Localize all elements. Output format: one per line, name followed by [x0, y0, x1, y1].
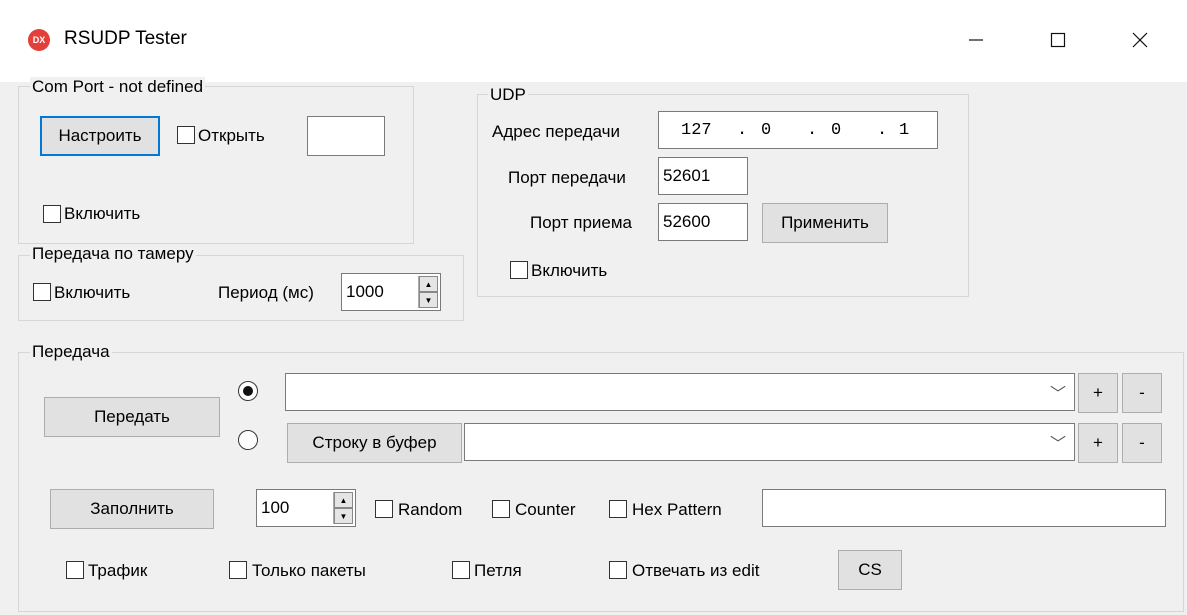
- fill-button[interactable]: Заполнить: [50, 489, 214, 529]
- add-buffer-button[interactable]: +: [1078, 423, 1118, 463]
- ip-octet-1: 127: [681, 120, 712, 140]
- hex-pattern-checkbox[interactable]: [609, 500, 627, 518]
- port-name-field[interactable]: [307, 116, 385, 156]
- reply-from-edit-label: Отвечать из edit: [632, 561, 760, 580]
- fill-count-value: 100: [261, 498, 290, 517]
- send-buffer-radio[interactable]: [238, 430, 258, 450]
- open-label: Открыть: [198, 126, 265, 145]
- hex-pattern-label: Hex Pattern: [632, 500, 722, 519]
- app-logo-icon: DX: [28, 29, 50, 51]
- send-port-field[interactable]: 52601: [658, 157, 748, 195]
- udp-enable-label: Включить: [531, 261, 608, 280]
- window-title: RSUDP Tester: [64, 28, 187, 49]
- spin-down-icon[interactable]: ▼: [334, 508, 353, 524]
- configure-button[interactable]: Настроить: [40, 116, 160, 156]
- ip-address-field[interactable]: 127 . 0 . 0 . 1: [658, 111, 938, 149]
- period-value: 1000: [346, 282, 384, 301]
- timer-enable-label: Включить: [54, 283, 131, 302]
- fill-count-spinner[interactable]: 100 ▲ ▼: [256, 489, 356, 527]
- period-label: Период (мс): [218, 283, 314, 302]
- send-line-combo[interactable]: ﹀: [285, 373, 1075, 411]
- chevron-down-icon[interactable]: ﹀: [1050, 430, 1066, 454]
- remove-line-button[interactable]: -: [1122, 373, 1162, 413]
- timer-legend: Передача по тамеру: [30, 244, 196, 264]
- reply-from-edit-checkbox[interactable]: [609, 561, 627, 579]
- loop-checkbox[interactable]: [452, 561, 470, 579]
- spin-up-icon[interactable]: ▲: [334, 492, 353, 508]
- send-port-label: Порт передачи: [508, 168, 626, 187]
- apply-button[interactable]: Применить: [762, 203, 888, 243]
- ip-octet-4: 1: [899, 120, 910, 140]
- ip-dot: .: [807, 120, 818, 140]
- open-checkbox[interactable]: [177, 126, 195, 144]
- chevron-down-icon[interactable]: ﹀: [1050, 380, 1066, 404]
- to-buffer-button[interactable]: Строку в буфер: [287, 423, 462, 463]
- send-line-radio[interactable]: [238, 381, 258, 401]
- counter-checkbox[interactable]: [492, 500, 510, 518]
- period-spin-buttons[interactable]: ▲ ▼: [418, 276, 438, 308]
- random-label: Random: [398, 500, 463, 519]
- fill-spin-buttons[interactable]: ▲ ▼: [333, 492, 353, 524]
- udp-enable-checkbox[interactable]: [510, 261, 528, 279]
- maximize-icon: [1050, 32, 1066, 48]
- close-icon: [1132, 32, 1148, 48]
- transmit-legend: Передача: [30, 342, 112, 362]
- com-enable-label: Включить: [64, 204, 141, 223]
- ip-dot: .: [737, 120, 748, 140]
- loop-label: Петля: [474, 561, 522, 580]
- minimize-icon: [969, 39, 983, 41]
- send-button[interactable]: Передать: [44, 397, 220, 437]
- address-label: Адрес передачи: [492, 122, 620, 141]
- packets-only-checkbox[interactable]: [229, 561, 247, 579]
- ip-dot: .: [877, 120, 888, 140]
- spin-up-icon[interactable]: ▲: [419, 276, 438, 292]
- close-button[interactable]: [1110, 20, 1170, 60]
- traffic-checkbox[interactable]: [66, 561, 84, 579]
- spin-down-icon[interactable]: ▼: [419, 292, 438, 308]
- ip-octet-2: 0: [761, 120, 772, 140]
- com-port-legend: Com Port - not defined: [30, 77, 206, 97]
- recv-port-field[interactable]: 52600: [658, 203, 748, 241]
- add-line-button[interactable]: +: [1078, 373, 1118, 413]
- random-checkbox[interactable]: [375, 500, 393, 518]
- minimize-button[interactable]: [946, 20, 1006, 60]
- udp-legend: UDP: [488, 85, 528, 105]
- cs-button[interactable]: CS: [838, 550, 902, 590]
- buffer-combo[interactable]: ﹀: [464, 423, 1075, 461]
- timer-enable-checkbox[interactable]: [33, 283, 51, 301]
- packets-only-label: Только пакеты: [252, 561, 366, 580]
- recv-port-label: Порт приема: [530, 213, 633, 232]
- ip-octet-3: 0: [831, 120, 842, 140]
- com-enable-checkbox[interactable]: [43, 205, 61, 223]
- period-spinner[interactable]: 1000 ▲ ▼: [341, 273, 441, 311]
- traffic-label: Трафик: [88, 561, 148, 580]
- hex-pattern-field[interactable]: [762, 489, 1166, 527]
- remove-buffer-button[interactable]: -: [1122, 423, 1162, 463]
- counter-label: Counter: [515, 500, 576, 519]
- maximize-button[interactable]: [1028, 20, 1088, 60]
